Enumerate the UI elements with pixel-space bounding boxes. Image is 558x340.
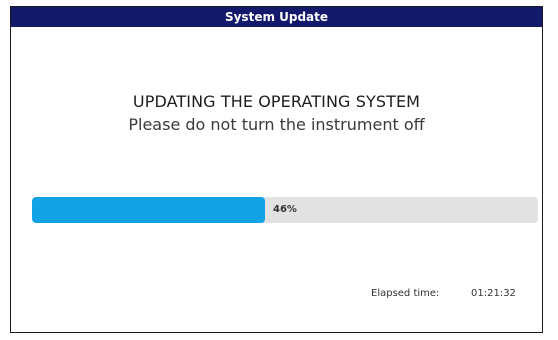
progress-bar: 46% bbox=[32, 197, 538, 223]
progress-percent-label: 46% bbox=[273, 204, 297, 215]
status-heading: UPDATING THE OPERATING SYSTEM bbox=[132, 92, 421, 111]
elapsed-time-value: 01:21:32 bbox=[471, 288, 516, 299]
update-dialog: System Update UPDATING THE OPERATING SYS… bbox=[10, 6, 543, 333]
status-subheading: Please do not turn the instrument off bbox=[128, 115, 425, 134]
dialog-title: System Update bbox=[11, 7, 542, 27]
progress-fill bbox=[32, 197, 265, 223]
elapsed-time-label: Elapsed time: bbox=[371, 288, 440, 299]
